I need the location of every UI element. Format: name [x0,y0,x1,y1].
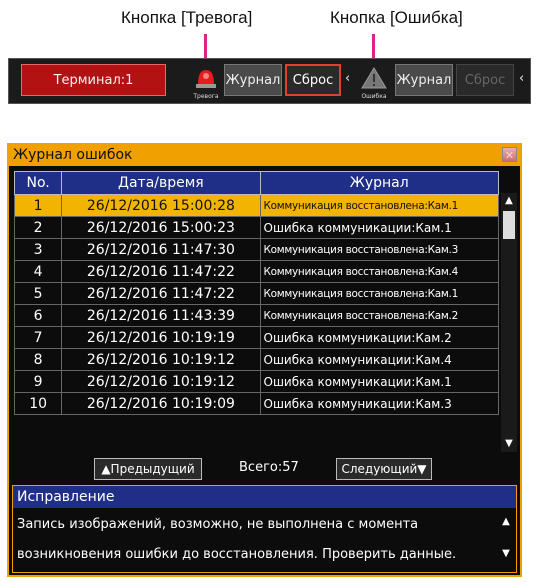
table-row[interactable]: 3 26/12/2016 11:47:30 Коммуникация восст… [13,238,499,261]
column-header-no: No. [13,171,63,195]
row-no: 1 [13,194,63,217]
row-datetime: 26/12/2016 10:19:09 [61,392,261,415]
row-log: Коммуникация восстановлена:Кам.3 [259,238,499,261]
table-row[interactable]: 2 26/12/2016 15:00:23 Ошибка коммуникаци… [13,216,499,239]
scroll-up-icon[interactable]: ▲ [501,193,517,209]
table-row[interactable]: 4 26/12/2016 11:47:22 Коммуникация восст… [13,260,499,283]
correction-text: Запись изображений, возможно, не выполне… [17,510,487,570]
row-datetime: 26/12/2016 15:00:28 [61,194,261,217]
row-datetime: 26/12/2016 10:19:12 [61,348,261,371]
row-no: 6 [13,304,63,327]
alarm-reset-button[interactable]: Сброс [285,64,341,96]
table-row[interactable]: 5 26/12/2016 11:47:22 Коммуникация восст… [13,282,499,305]
pagination: ▲Предыдущий Всего:57 Следующий▼ [14,458,499,480]
row-log: Ошибка коммуникации:Кам.4 [259,348,499,371]
row-log: Коммуникация восстановлена:Кам.4 [259,260,499,283]
table-row[interactable]: 9 26/12/2016 10:19:12 Ошибка коммуникаци… [13,370,499,393]
row-no: 7 [13,326,63,349]
correction-panel: Исправление Запись изображений, возможно… [12,485,517,573]
scroll-up-icon[interactable]: ▲ [499,516,513,527]
row-log: Коммуникация восстановлена:Кам.1 [259,194,499,217]
correction-line-1: Запись изображений, возможно, не выполне… [17,517,419,532]
next-page-button[interactable]: Следующий▼ [336,458,432,480]
row-log: Ошибка коммуникации:Кам.3 [259,392,499,415]
scrollbar-thumb[interactable] [503,211,515,239]
table-row[interactable]: 10 26/12/2016 10:19:09 Ошибка коммуникац… [13,392,499,415]
row-no: 5 [13,282,63,305]
correction-title: Исправление [13,486,516,508]
error-button[interactable]: Ошибка [354,62,394,100]
table-row[interactable]: 8 26/12/2016 10:19:12 Ошибка коммуникаци… [13,348,499,371]
alarm-icon-label: Тревога [193,93,219,100]
row-no: 4 [13,260,63,283]
row-datetime: 26/12/2016 11:47:30 [61,238,261,261]
row-datetime: 26/12/2016 10:19:19 [61,326,261,349]
prev-page-button[interactable]: ▲Предыдущий [94,458,202,480]
row-no: 9 [13,370,63,393]
error-reset-button[interactable]: Сброс [456,64,514,96]
row-datetime: 26/12/2016 11:47:22 [61,282,261,305]
column-header-datetime: Дата/время [61,171,261,195]
row-datetime: 26/12/2016 11:47:22 [61,260,261,283]
alarm-siren-icon [196,70,216,88]
error-log-table: No. Дата/время Журнал 1 26/12/2016 15:00… [13,171,499,415]
alarm-button[interactable]: Тревога [186,62,226,100]
row-datetime: 26/12/2016 15:00:23 [61,216,261,239]
chevron-left-icon[interactable]: ‹ [345,71,350,86]
row-log: Коммуникация восстановлена:Кам.2 [259,304,499,327]
error-callout-line [372,34,375,60]
table-row[interactable]: 7 26/12/2016 10:19:19 Ошибка коммуникаци… [13,326,499,349]
error-log-dialog: Журнал ошибок ✕ No. Дата/время Журнал 1 … [7,143,522,577]
error-journal-button[interactable]: Журнал [395,64,453,96]
alarm-button-callout: Кнопка [Тревога] [121,8,253,27]
terminal-button[interactable]: Терминал:1 [21,64,166,96]
row-no: 2 [13,216,63,239]
correction-line-2: возникновения ошибки до восстановления. … [17,547,457,562]
row-log: Ошибка коммуникации:Кам.1 [259,370,499,393]
scroll-down-icon[interactable]: ▼ [499,548,513,559]
column-header-log: Журнал [259,171,499,195]
row-datetime: 26/12/2016 11:43:39 [61,304,261,327]
error-icon-label: Ошибка [361,93,387,100]
table-row[interactable]: 6 26/12/2016 11:43:39 Коммуникация восст… [13,304,499,327]
row-datetime: 26/12/2016 10:19:12 [61,370,261,393]
table-row[interactable]: 1 26/12/2016 15:00:28 Коммуникация восст… [13,194,499,217]
row-log: Ошибка коммуникации:Кам.1 [259,216,499,239]
row-no: 8 [13,348,63,371]
error-button-callout: Кнопка [Ошибка] [330,8,463,27]
row-no: 10 [13,392,63,415]
status-toolbar: Терминал:1 Тревога Журнал Сброс ‹ Ошибка… [8,58,531,104]
row-no: 3 [13,238,63,261]
close-icon[interactable]: ✕ [502,147,517,162]
warning-triangle-icon [361,67,387,89]
chevron-left-icon[interactable]: ‹ [519,71,524,86]
row-log: Коммуникация восстановлена:Кам.1 [259,282,499,305]
scroll-down-icon[interactable]: ▼ [501,436,517,452]
dialog-title: Журнал ошибок [9,145,520,166]
total-count: Всего:57 [239,460,299,475]
alarm-journal-button[interactable]: Журнал [224,64,282,96]
row-log: Ошибка коммуникации:Кам.2 [259,326,499,349]
table-scrollbar[interactable]: ▲ ▼ [501,193,517,452]
alarm-callout-line [204,34,207,60]
